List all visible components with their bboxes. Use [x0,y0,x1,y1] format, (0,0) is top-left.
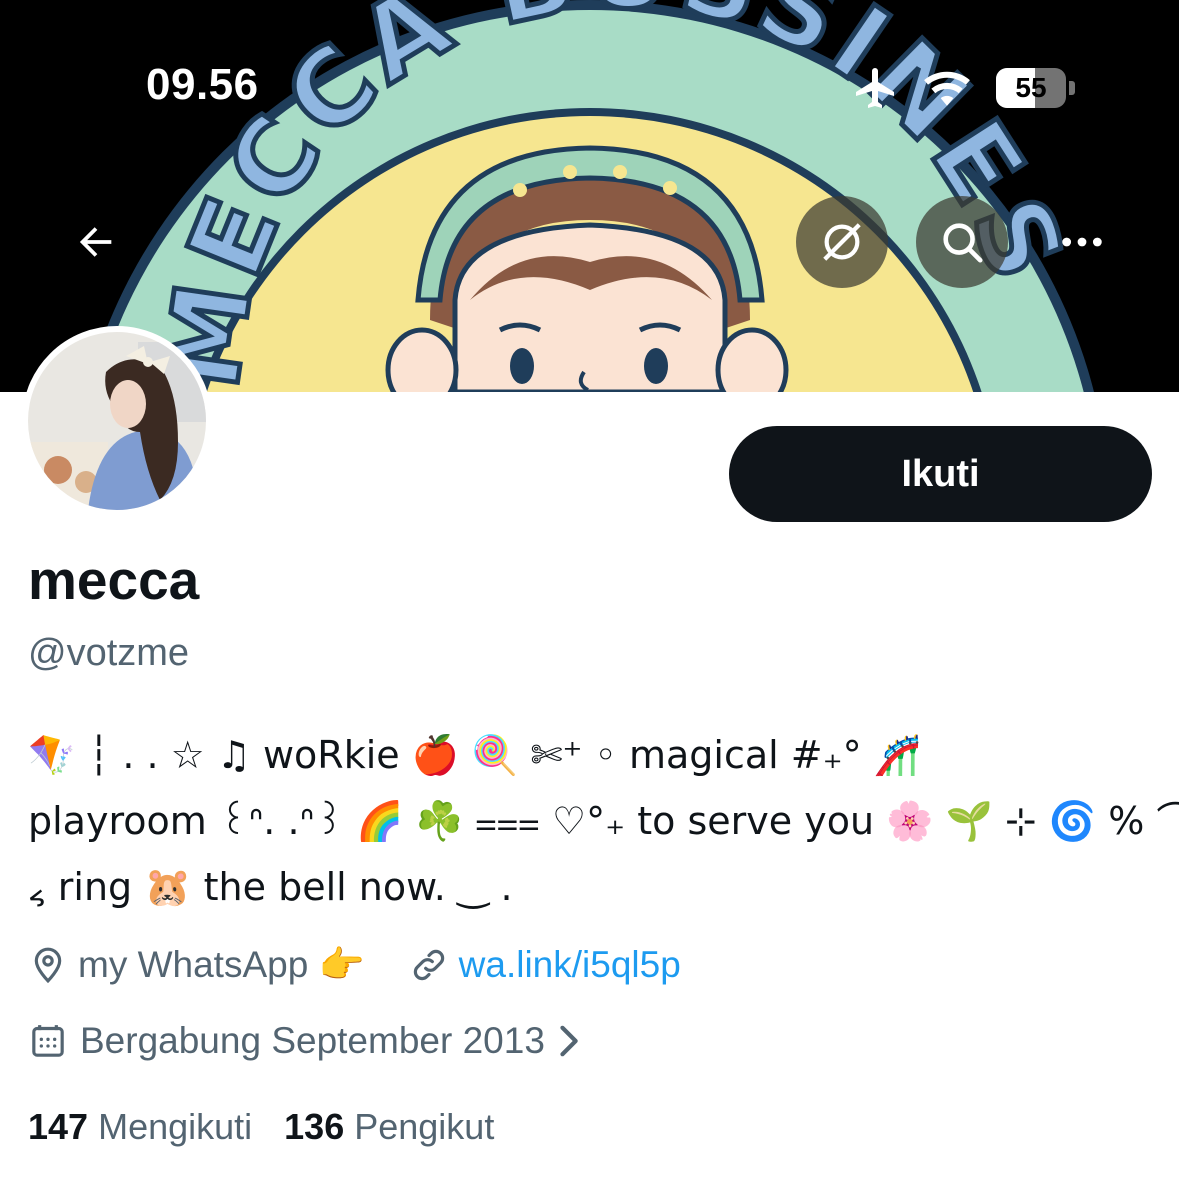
banner-illustration: MECCA BUSSINES [86,0,1094,392]
grok-button[interactable] [796,196,888,288]
status-icons: 55 [852,64,1075,112]
follow-stats: 147 Mengikuti 136 Pengikut [28,1100,526,1154]
location-pin-icon [34,947,62,984]
bio-line: 🪁 ┆ . . ☆ ♫ woRkie 🍎 🍭 ✄⁺ ◦ magical #₊° … [28,733,922,777]
bio: 🪁 ┆ . . ☆ ♫ woRkie 🍎 🍭 ✄⁺ ◦ magical #₊° … [28,722,1179,920]
search-button[interactable] [916,196,1008,288]
calendar-icon [32,1025,64,1057]
status-time: 09.56 [146,60,259,109]
grok-icon [823,223,861,261]
handle: @votzme [28,632,190,674]
followers-stat[interactable]: 136 Pengikut [284,1106,494,1148]
following-label: Mengikuti [98,1106,253,1147]
back-arrow-icon [79,227,112,257]
battery-tip [1069,81,1075,95]
avatar-photo [28,332,206,510]
more-options-button[interactable] [1036,196,1128,288]
follow-button[interactable]: Ikuti [729,426,1152,522]
chevron-right-icon [560,1025,578,1057]
wifi-icon [924,71,970,106]
location-text: my WhatsApp 👉 [78,943,365,985]
followers-label: Pengikut [354,1106,495,1147]
website-link[interactable]: wa.link/i5ql5p [459,944,681,986]
profile-meta: my WhatsApp 👉 wa.link/i5ql5p [28,938,681,992]
link-icon [413,949,444,981]
bio-line: playroom ꒰ᐢ. .ᐢ꒱ 🌈 ☘️ ⩶ ♡°₊ to serve you… [28,799,1179,843]
joined-date: Bergabung September 2013 [80,1020,545,1061]
battery-level: 55 [1015,72,1047,103]
joined-date-row[interactable]: Bergabung September 2013 [28,1014,583,1068]
bio-line: ៹ ring 🐹 the bell now. ‿ . [28,865,513,909]
following-stat[interactable]: 147 Mengikuti [28,1106,252,1148]
avatar[interactable] [22,326,212,516]
profile-page: MECCA BUSSINES 09.56 [0,0,1179,1180]
profile-banner[interactable]: MECCA BUSSINES 09.56 [0,0,1179,392]
more-icon [1062,237,1102,247]
display-name: mecca [28,549,200,611]
following-count: 147 [28,1106,89,1147]
airplane-icon [856,68,894,108]
search-icon [943,223,983,263]
back-button[interactable] [50,196,142,288]
followers-count: 136 [284,1106,345,1147]
battery-icon: 55 [996,68,1066,108]
